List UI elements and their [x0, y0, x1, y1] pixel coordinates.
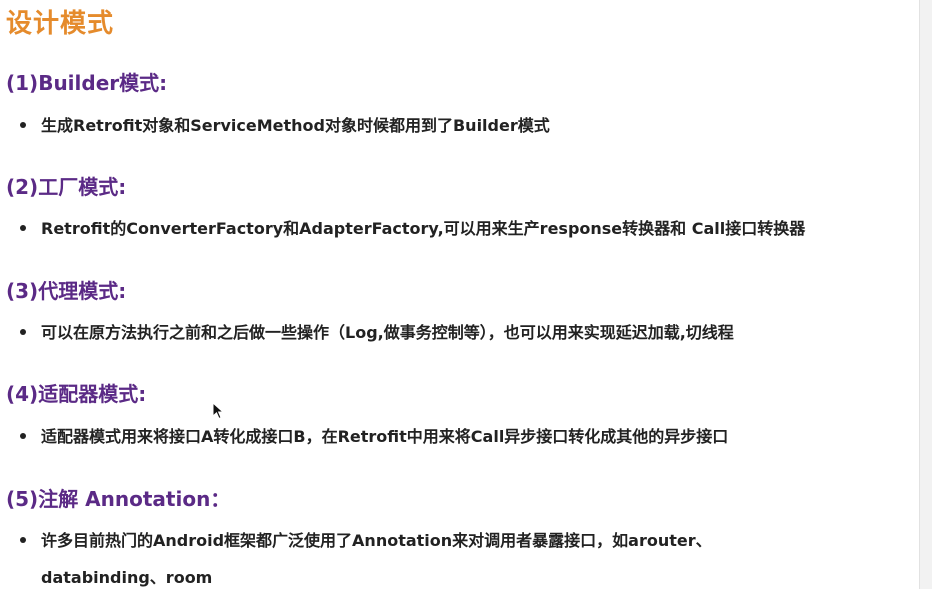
- bullet-icon: [20, 328, 26, 335]
- section-heading-builder: (1)Builder模式:: [6, 71, 168, 95]
- bullet-text: 适配器模式用来将接口A转化成接口B，在Retrofit中用来将Call异步接口转…: [41, 427, 729, 446]
- bullet-text: 可以在原方法执行之前和之后做一些操作（Log,做事务控制等），也可以用来实现延迟…: [41, 323, 734, 342]
- mouse-cursor-icon: [212, 402, 225, 420]
- window-edge: [919, 0, 932, 589]
- list-item: 可以在原方法执行之前和之后做一些操作（Log,做事务控制等），也可以用来实现延迟…: [20, 317, 734, 349]
- list-item: 生成Retrofit对象和ServiceMethod对象时候都用到了Builde…: [20, 110, 550, 142]
- list-item: Retrofit的ConverterFactory和AdapterFactory…: [20, 213, 805, 245]
- page-title: 设计模式: [6, 9, 115, 39]
- section-heading-factory: (2)工厂模式:: [6, 175, 127, 199]
- bullet-text: 生成Retrofit对象和ServiceMethod对象时候都用到了Builde…: [41, 116, 550, 135]
- bullet-text: Retrofit的ConverterFactory和AdapterFactory…: [41, 219, 806, 238]
- bullet-continuation-text: databinding、room: [41, 568, 213, 587]
- list-item: 许多目前热门的Android框架都广泛使用了Annotation来对调用者暴露接…: [20, 525, 712, 557]
- section-heading-adapter: (4)适配器模式:: [6, 382, 147, 406]
- bullet-icon: [20, 432, 26, 439]
- bullet-icon: [20, 224, 26, 231]
- bullet-text: 许多目前热门的Android框架都广泛使用了Annotation来对调用者暴露接…: [41, 531, 712, 550]
- bullet-icon: [20, 121, 26, 128]
- section-heading-annotation: (5)注解 Annotation：: [6, 487, 231, 511]
- list-item: 适配器模式用来将接口A转化成接口B，在Retrofit中用来将Call异步接口转…: [20, 421, 728, 453]
- document-page: 设计模式 (1)Builder模式: 生成Retrofit对象和ServiceM…: [0, 0, 920, 589]
- bullet-icon: [20, 536, 26, 543]
- section-heading-proxy: (3)代理模式:: [6, 279, 127, 303]
